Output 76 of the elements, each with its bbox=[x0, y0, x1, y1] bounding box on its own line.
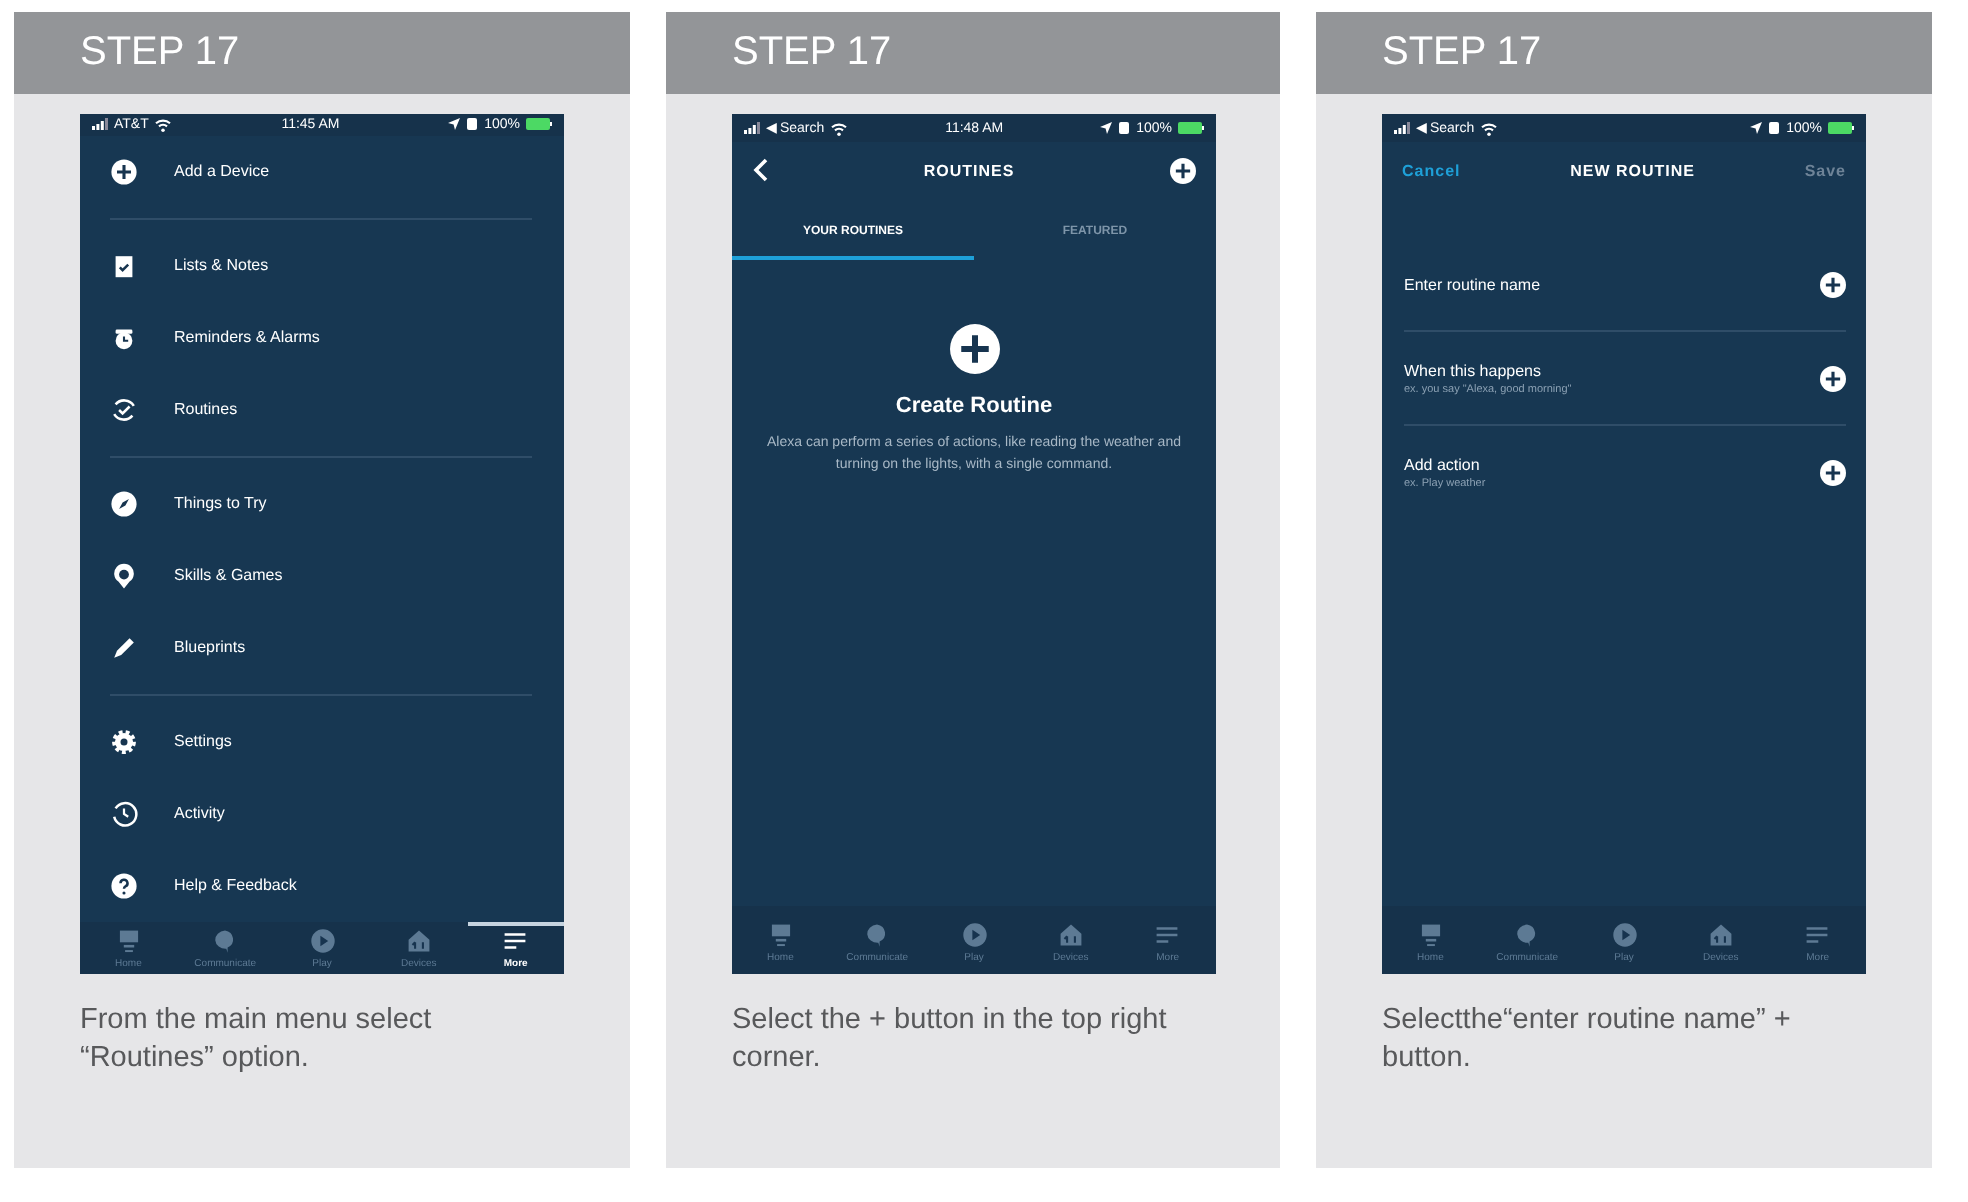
location-arrow-icon bbox=[1750, 122, 1763, 134]
signal-icon bbox=[744, 122, 760, 134]
step-caption: From the main menu select “Routines” option. bbox=[80, 1002, 434, 1078]
menu-item-label: Activity bbox=[174, 804, 225, 823]
plus-icon bbox=[110, 157, 138, 186]
settings-icon bbox=[110, 727, 138, 756]
menu-item-label: Add a Device bbox=[174, 162, 270, 181]
screen-title: ROUTINES bbox=[921, 161, 1017, 179]
menu-icon bbox=[502, 928, 529, 955]
speech-bubble-icon bbox=[864, 921, 891, 947]
location-arrow-icon bbox=[1100, 122, 1113, 134]
wifi-icon bbox=[154, 117, 173, 132]
row-label: Add action bbox=[1404, 455, 1482, 473]
menu-item[interactable]: Lists & Notes bbox=[80, 229, 564, 302]
signal-icon bbox=[1394, 122, 1410, 134]
menu-item-label: Routines bbox=[174, 400, 238, 419]
add-icon[interactable] bbox=[1820, 365, 1846, 391]
menu-item-label: Help & Feedback bbox=[174, 876, 297, 895]
add-icon[interactable] bbox=[1820, 271, 1846, 297]
save-link[interactable]: Save bbox=[1804, 161, 1846, 179]
menu-item-label: Skills & Games bbox=[174, 566, 283, 585]
location-pin-icon bbox=[110, 561, 138, 590]
house-icon bbox=[1057, 921, 1084, 947]
menu-item-label: Things to Try bbox=[174, 494, 267, 513]
add-icon[interactable] bbox=[1820, 459, 1846, 485]
menu-item-label: Reminders & Alarms bbox=[174, 328, 320, 347]
menu-item-label: Blueprints bbox=[174, 638, 246, 657]
battery-icon bbox=[526, 118, 552, 131]
clipboard-icon bbox=[110, 251, 138, 280]
step-caption: Select the + button in the top right corner. bbox=[732, 1002, 1169, 1078]
location-arrow-icon bbox=[448, 118, 461, 131]
play-icon bbox=[1611, 921, 1638, 947]
play-icon bbox=[309, 928, 336, 955]
cancel-link[interactable]: Cancel bbox=[1402, 161, 1461, 179]
step-caption: Selectthe“enter routine name” + button. bbox=[1382, 1002, 1793, 1078]
step-header: STEP 17 bbox=[14, 12, 630, 94]
history-icon bbox=[110, 799, 138, 828]
menu-item[interactable]: Routines bbox=[80, 373, 564, 446]
screen-title: NEW ROUTINE bbox=[1568, 161, 1697, 179]
signal-icon bbox=[92, 118, 108, 131]
menu-item[interactable]: Blueprints bbox=[80, 611, 564, 684]
menu-icon bbox=[1154, 921, 1181, 947]
menu-item[interactable]: Things to Try bbox=[80, 467, 564, 540]
compass-icon bbox=[110, 489, 138, 518]
menu-item[interactable]: Settings bbox=[80, 705, 564, 778]
menu-icon bbox=[1804, 921, 1831, 947]
menu-item[interactable]: Activity bbox=[80, 777, 564, 850]
play-icon bbox=[961, 921, 988, 947]
menu-item[interactable]: Help & Feedback bbox=[80, 849, 564, 922]
menu-item[interactable]: Reminders & Alarms bbox=[80, 301, 564, 374]
step-header: STEP 17 bbox=[1316, 12, 1932, 94]
add-icon[interactable] bbox=[1170, 157, 1196, 183]
step-header: STEP 17 bbox=[666, 12, 1280, 94]
add-icon[interactable] bbox=[949, 324, 999, 374]
pencil-icon bbox=[110, 633, 138, 662]
check-circle-icon bbox=[110, 395, 138, 424]
menu-item[interactable]: Skills & Games bbox=[80, 539, 564, 612]
speech-bubble-icon bbox=[1514, 921, 1541, 947]
menu-item-label: Settings bbox=[174, 732, 232, 751]
row-label: When this happens bbox=[1404, 361, 1543, 379]
speaker-icon bbox=[1417, 921, 1444, 947]
speech-bubble-icon bbox=[212, 928, 239, 955]
back-icon[interactable] bbox=[752, 158, 768, 182]
menu-item[interactable]: Add a Device bbox=[80, 135, 564, 208]
speaker-icon bbox=[767, 921, 794, 947]
wifi-icon bbox=[830, 121, 849, 135]
battery-icon bbox=[1828, 122, 1854, 134]
battery-icon bbox=[1178, 122, 1204, 134]
house-icon bbox=[1707, 921, 1734, 947]
empty-title: Create Routine bbox=[895, 394, 1053, 418]
speaker-icon bbox=[115, 928, 142, 955]
menu-item-label: Lists & Notes bbox=[174, 256, 269, 275]
wifi-icon bbox=[1480, 121, 1499, 135]
row-label: Enter routine name bbox=[1404, 275, 1543, 293]
help-icon bbox=[110, 871, 138, 900]
house-icon bbox=[405, 928, 432, 955]
